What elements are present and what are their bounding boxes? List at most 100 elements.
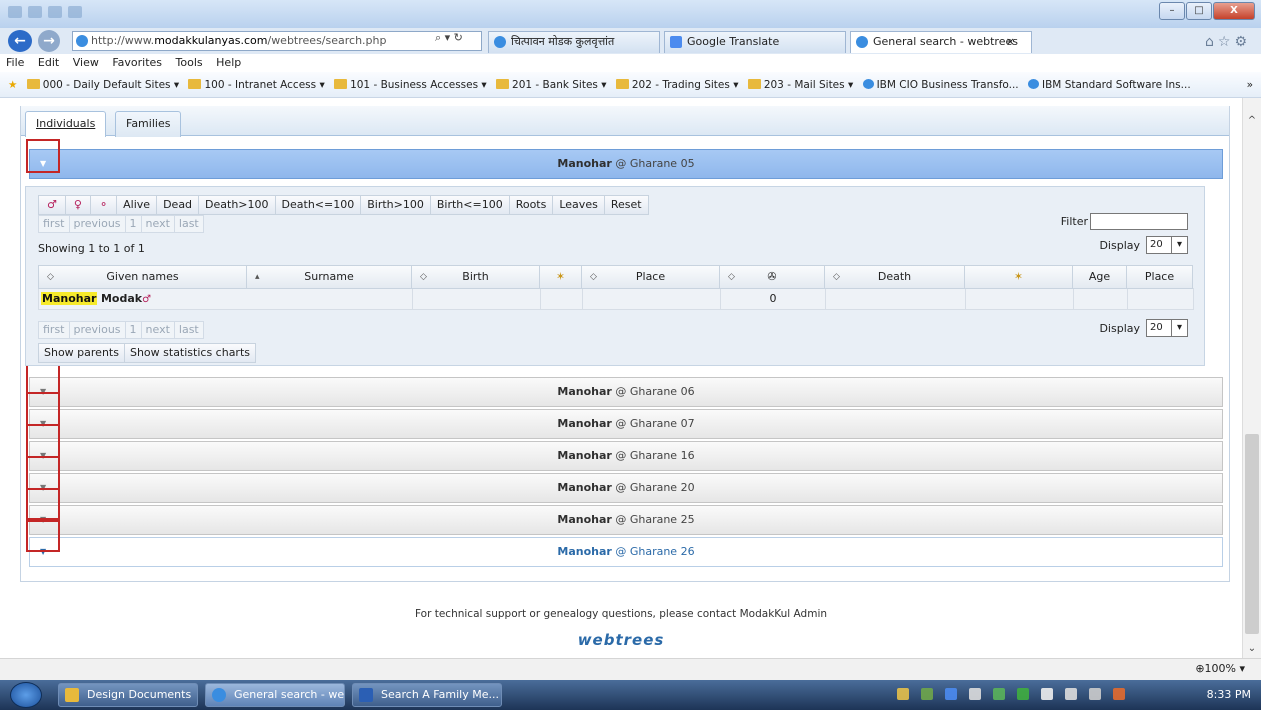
volume-icon[interactable] bbox=[1041, 688, 1053, 700]
fav-link-ibm-software[interactable]: IBM Standard Software Ins... bbox=[1028, 72, 1191, 97]
menu-file[interactable]: File bbox=[6, 56, 24, 69]
section-header-gharane-26[interactable]: ▼ Manohar @ Gharane 26 bbox=[29, 537, 1223, 567]
pager-bottom: first previous 1 next last bbox=[38, 321, 204, 339]
given-name[interactable]: Manohar bbox=[41, 292, 98, 305]
favorites-more-icon[interactable]: » bbox=[1247, 72, 1253, 97]
col-age[interactable]: Age bbox=[1072, 265, 1127, 289]
filter-reset-button[interactable]: Reset bbox=[603, 195, 649, 215]
pager-previous[interactable]: previous bbox=[68, 321, 126, 339]
col-children-icon[interactable]: ◇ ✇ bbox=[719, 265, 825, 289]
scroll-thumb[interactable] bbox=[1245, 434, 1259, 634]
search-refresh-icon[interactable]: ⌕ ▾ ↻ bbox=[435, 31, 463, 45]
tray-icon[interactable] bbox=[897, 688, 909, 700]
filter-unknown-sex-button[interactable]: ⚬ bbox=[89, 195, 118, 215]
col-birth-anniversary-icon[interactable]: ✶ bbox=[539, 265, 582, 289]
filter-input[interactable] bbox=[1090, 213, 1188, 230]
tray-icon[interactable] bbox=[945, 688, 957, 700]
tray-icon[interactable] bbox=[1065, 688, 1077, 700]
taskbar-word-document[interactable]: Search A Family Me... bbox=[352, 683, 502, 707]
menu-favorites[interactable]: Favorites bbox=[112, 56, 162, 69]
taskbar-ie-general-search[interactable]: General search - web... bbox=[205, 683, 345, 707]
home-favorites-tools-icons[interactable]: ⌂☆⚙ bbox=[1205, 34, 1251, 50]
tray-icon[interactable] bbox=[969, 688, 981, 700]
signal-icon[interactable] bbox=[1089, 688, 1101, 700]
favorites-star-icon[interactable]: ★ bbox=[8, 79, 17, 91]
forward-button[interactable]: → bbox=[38, 30, 60, 52]
col-death-anniversary-icon[interactable]: ✶ bbox=[964, 265, 1073, 289]
tray-icon[interactable] bbox=[1017, 688, 1029, 700]
address-bar[interactable]: http://www.modakkulanyas.com/webtrees/se… bbox=[72, 31, 482, 51]
fav-folder-intranet[interactable]: 100 - Intranet Access ▾ bbox=[188, 72, 325, 97]
col-surname[interactable]: ▴ Surname bbox=[246, 265, 412, 289]
pager-next[interactable]: next bbox=[140, 321, 175, 339]
col-death-place[interactable]: Place bbox=[1126, 265, 1193, 289]
filter-alive-button[interactable]: Alive bbox=[116, 195, 158, 215]
fav-folder-daily[interactable]: 000 - Daily Default Sites ▾ bbox=[26, 72, 179, 97]
tab-families[interactable]: Families bbox=[115, 111, 182, 137]
section-header-gharane-06[interactable]: ▼ Manohar @ Gharane 06 bbox=[29, 377, 1223, 407]
fav-folder-business[interactable]: 101 - Business Accesses ▾ bbox=[334, 72, 487, 97]
menu-tools[interactable]: Tools bbox=[176, 56, 203, 69]
scroll-up-icon[interactable]: ^ bbox=[1243, 112, 1261, 130]
clock[interactable]: 8:33 PM bbox=[1207, 688, 1251, 701]
surname[interactable]: Modak bbox=[101, 292, 142, 305]
page-scrollbar[interactable]: ^ ⌄ bbox=[1242, 98, 1261, 658]
filter-roots-button[interactable]: Roots bbox=[508, 195, 554, 215]
tab-google-translate[interactable]: Google Translate bbox=[664, 31, 846, 53]
person-name-cell[interactable]: Manohar Modak♂ bbox=[38, 288, 413, 310]
webtrees-logo[interactable]: webtrees bbox=[0, 631, 1242, 649]
filter-birth-over-100-button[interactable]: Birth>100 bbox=[360, 195, 431, 215]
pager-last[interactable]: last bbox=[173, 215, 204, 233]
filter-dead-button[interactable]: Dead bbox=[156, 195, 200, 215]
col-death[interactable]: ◇ Death bbox=[824, 265, 965, 289]
fav-link-ibm-cio[interactable]: IBM CIO Business Transfo... bbox=[862, 72, 1019, 97]
pager-last[interactable]: last bbox=[173, 321, 204, 339]
section-header-gharane-20[interactable]: ▼ Manohar @ Gharane 20 bbox=[29, 473, 1223, 503]
fav-folder-trading[interactable]: 202 - Trading Sites ▾ bbox=[615, 72, 738, 97]
section-header-gharane-07[interactable]: ▼ Manohar @ Gharane 07 bbox=[29, 409, 1223, 439]
tray-icon[interactable] bbox=[993, 688, 1005, 700]
fav-folder-bank[interactable]: 201 - Bank Sites ▾ bbox=[496, 72, 607, 97]
section-header-gharane-25[interactable]: ▼ Manohar @ Gharane 25 bbox=[29, 505, 1223, 535]
close-tab-icon[interactable]: × bbox=[1006, 32, 1015, 52]
menu-edit[interactable]: Edit bbox=[38, 56, 59, 69]
minimize-button[interactable]: – bbox=[1159, 2, 1185, 20]
filter-death-over-100-button[interactable]: Death>100 bbox=[198, 195, 276, 215]
filter-leaves-button[interactable]: Leaves bbox=[552, 195, 605, 215]
filter-death-under-100-button[interactable]: Death<=100 bbox=[274, 195, 362, 215]
display-count-select[interactable]: 20 bbox=[1146, 319, 1188, 337]
filter-birth-under-100-button[interactable]: Birth<=100 bbox=[429, 195, 510, 215]
scroll-down-icon[interactable]: ⌄ bbox=[1243, 640, 1261, 658]
zoom-level[interactable]: ⊕100% ▾ bbox=[1195, 662, 1245, 675]
show-parents-button[interactable]: Show parents bbox=[38, 343, 125, 363]
pager-first[interactable]: first bbox=[38, 215, 70, 233]
pager-first[interactable]: first bbox=[38, 321, 70, 339]
section-header-gharane-16[interactable]: ▼ Manohar @ Gharane 16 bbox=[29, 441, 1223, 471]
tab-marathi-site[interactable]: चित्पावन मोडक कुलवृत्तांत bbox=[488, 31, 660, 53]
col-birth-place[interactable]: ◇ Place bbox=[581, 265, 720, 289]
pager-next[interactable]: next bbox=[140, 215, 175, 233]
display-count-select[interactable]: 20 bbox=[1146, 236, 1188, 254]
taskbar-design-documents[interactable]: Design Documents bbox=[58, 683, 198, 707]
start-button[interactable] bbox=[10, 682, 42, 708]
network-icon[interactable] bbox=[1113, 688, 1125, 700]
col-given-names[interactable]: ◇ Given names bbox=[38, 265, 247, 289]
filter-female-button[interactable]: ♀ bbox=[64, 195, 91, 215]
menu-help[interactable]: Help bbox=[216, 56, 241, 69]
pager-previous[interactable]: previous bbox=[68, 215, 126, 233]
close-window-button[interactable]: X bbox=[1213, 2, 1255, 20]
table-row: Manohar Modak♂ 0 bbox=[38, 288, 1196, 310]
tab-general-search[interactable]: General search - webtrees × bbox=[850, 31, 1032, 53]
tab-individuals[interactable]: Individuals bbox=[25, 111, 107, 137]
pager-page[interactable]: 1 bbox=[124, 215, 142, 233]
section-header-gharane-05[interactable]: ▼ Manohar @ Gharane 05 bbox=[29, 149, 1223, 179]
back-button[interactable]: ← bbox=[8, 30, 32, 52]
menu-view[interactable]: View bbox=[73, 56, 99, 69]
fav-folder-mail[interactable]: 203 - Mail Sites ▾ bbox=[747, 72, 853, 97]
filter-male-button[interactable]: ♂ bbox=[38, 195, 66, 215]
maximize-button[interactable]: □ bbox=[1186, 2, 1212, 20]
pager-page[interactable]: 1 bbox=[124, 321, 142, 339]
col-birth[interactable]: ◇ Birth bbox=[411, 265, 540, 289]
show-statistics-charts-button[interactable]: Show statistics charts bbox=[123, 343, 257, 363]
tray-icon[interactable] bbox=[921, 688, 933, 700]
